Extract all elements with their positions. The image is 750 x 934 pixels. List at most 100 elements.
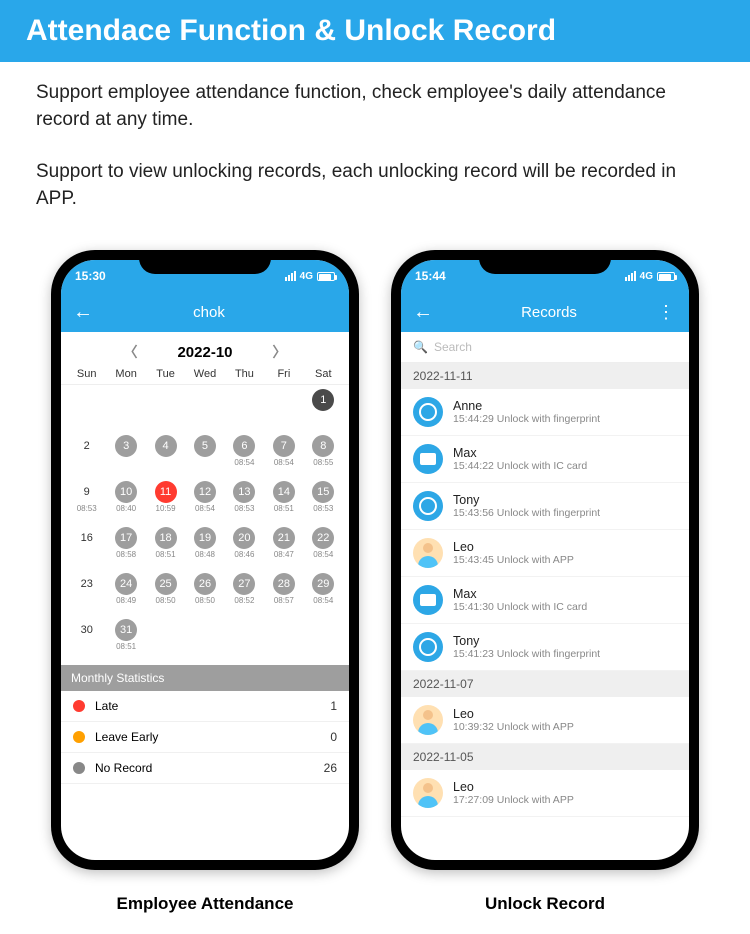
date-time: 08:49 bbox=[116, 596, 136, 605]
fingerprint-icon bbox=[413, 397, 443, 427]
status-dot-icon bbox=[73, 731, 85, 743]
calendar-cell[interactable] bbox=[146, 619, 185, 663]
date-number: 29 bbox=[312, 573, 334, 595]
next-month-icon[interactable]: 〉 bbox=[273, 342, 287, 362]
weekday-label: Sat bbox=[304, 368, 343, 380]
back-icon[interactable]: ← bbox=[413, 301, 433, 324]
prev-month-icon[interactable]: 〈 bbox=[123, 342, 137, 362]
calendar-cell[interactable] bbox=[146, 389, 185, 433]
calendar-cell[interactable] bbox=[67, 389, 106, 433]
calendar-cell[interactable]: 2108:47 bbox=[264, 527, 303, 571]
weekday-label: Tue bbox=[146, 368, 185, 380]
calendar-cell[interactable]: 1908:48 bbox=[185, 527, 224, 571]
calendar-cell[interactable] bbox=[106, 389, 145, 433]
appbar-title: Records bbox=[441, 304, 657, 321]
stat-row[interactable]: Late1 bbox=[61, 691, 349, 722]
search-bar[interactable]: 🔍 Search bbox=[401, 332, 689, 363]
date-number: 10 bbox=[115, 481, 137, 503]
record-name: Tony bbox=[453, 634, 677, 648]
calendar-cell[interactable] bbox=[264, 389, 303, 433]
calendar-cell[interactable]: 30 bbox=[67, 619, 106, 663]
record-row[interactable]: Max15:41:30 Unlock with IC card bbox=[401, 577, 689, 624]
card-icon bbox=[413, 585, 443, 615]
date-number: 18 bbox=[155, 527, 177, 549]
date-number: 17 bbox=[115, 527, 137, 549]
calendar-cell[interactable]: 3108:51 bbox=[106, 619, 145, 663]
calendar-cell[interactable]: 1 bbox=[304, 389, 343, 433]
notch bbox=[139, 250, 271, 274]
calendar-cell[interactable]: 3 bbox=[106, 435, 145, 479]
stat-label: No Record bbox=[95, 761, 152, 775]
calendar-cell[interactable]: 1008:40 bbox=[106, 481, 145, 525]
calendar-cell[interactable]: 908:53 bbox=[67, 481, 106, 525]
card-icon bbox=[413, 444, 443, 474]
calendar-cell[interactable]: 2508:50 bbox=[146, 573, 185, 617]
avatar-icon bbox=[413, 778, 443, 808]
notch bbox=[479, 250, 611, 274]
stat-row[interactable]: Leave Early0 bbox=[61, 722, 349, 753]
record-desc: 15:41:23 Unlock with fingerprint bbox=[453, 648, 677, 660]
calendar-cell[interactable]: 808:55 bbox=[304, 435, 343, 479]
calendar-cell[interactable]: 708:54 bbox=[264, 435, 303, 479]
calendar-cell[interactable]: 5 bbox=[185, 435, 224, 479]
calendar-cell[interactable] bbox=[225, 619, 264, 663]
battery-icon bbox=[657, 272, 675, 281]
phone-attendance: 15:30 4G ← chok 〈 2022-10 〉 SunMonTueWed… bbox=[51, 250, 359, 870]
calendar-cell[interactable]: 2608:50 bbox=[185, 573, 224, 617]
avatar-icon bbox=[413, 538, 443, 568]
record-row[interactable]: Max15:44:22 Unlock with IC card bbox=[401, 436, 689, 483]
date-number: 31 bbox=[115, 619, 137, 641]
back-icon[interactable]: ← bbox=[73, 301, 93, 324]
caption-records: Unlock Record bbox=[391, 880, 699, 934]
date-time: 08:51 bbox=[156, 550, 176, 559]
calendar-cell[interactable]: 1808:51 bbox=[146, 527, 185, 571]
date-section-header: 2022-11-07 bbox=[401, 671, 689, 697]
calendar-cell[interactable]: 2 bbox=[67, 435, 106, 479]
weekday-label: Mon bbox=[106, 368, 145, 380]
calendar-cell[interactable]: 2808:57 bbox=[264, 573, 303, 617]
record-row[interactable]: Tony15:43:56 Unlock with fingerprint bbox=[401, 483, 689, 530]
status-time: 15:30 bbox=[75, 269, 106, 283]
stat-value: 1 bbox=[330, 699, 337, 713]
date-number: 26 bbox=[194, 573, 216, 595]
more-icon[interactable]: ⋮ bbox=[657, 302, 677, 323]
record-row[interactable]: Leo17:27:09 Unlock with APP bbox=[401, 770, 689, 817]
calendar-cell[interactable]: 2008:46 bbox=[225, 527, 264, 571]
record-desc: 17:27:09 Unlock with APP bbox=[453, 794, 677, 806]
record-row[interactable]: Leo15:43:45 Unlock with APP bbox=[401, 530, 689, 577]
calendar-cell[interactable]: 1208:54 bbox=[185, 481, 224, 525]
calendar-cell[interactable] bbox=[264, 619, 303, 663]
calendar-cell[interactable]: 1408:51 bbox=[264, 481, 303, 525]
calendar-cell[interactable]: 1110:59 bbox=[146, 481, 185, 525]
date-number: 14 bbox=[273, 481, 295, 503]
banner-title: Attendace Function & Unlock Record bbox=[0, 0, 750, 62]
record-row[interactable]: Leo10:39:32 Unlock with APP bbox=[401, 697, 689, 744]
stat-label: Leave Early bbox=[95, 730, 158, 744]
calendar-cell[interactable] bbox=[185, 619, 224, 663]
calendar-cell[interactable]: 16 bbox=[67, 527, 106, 571]
status-dot-icon bbox=[73, 762, 85, 774]
calendar-cell[interactable] bbox=[225, 389, 264, 433]
calendar-cell[interactable]: 2208:54 bbox=[304, 527, 343, 571]
record-row[interactable]: Anne15:44:29 Unlock with fingerprint bbox=[401, 389, 689, 436]
calendar-cell[interactable]: 2908:54 bbox=[304, 573, 343, 617]
calendar-cell[interactable]: 1508:53 bbox=[304, 481, 343, 525]
date-number: 22 bbox=[312, 527, 334, 549]
date-number: 30 bbox=[76, 619, 98, 641]
calendar-cell[interactable] bbox=[185, 389, 224, 433]
date-time: 08:53 bbox=[313, 504, 333, 513]
battery-icon bbox=[317, 272, 335, 281]
record-row[interactable]: Tony15:41:23 Unlock with fingerprint bbox=[401, 624, 689, 671]
calendar-cell[interactable]: 1708:58 bbox=[106, 527, 145, 571]
stat-row[interactable]: No Record26 bbox=[61, 753, 349, 784]
calendar-cell[interactable]: 4 bbox=[146, 435, 185, 479]
weekday-label: Sun bbox=[67, 368, 106, 380]
calendar-cell[interactable]: 608:54 bbox=[225, 435, 264, 479]
calendar-cell[interactable]: 1308:53 bbox=[225, 481, 264, 525]
caption-attendance: Employee Attendance bbox=[51, 880, 359, 934]
calendar-cell[interactable] bbox=[304, 619, 343, 663]
calendar-cell[interactable]: 23 bbox=[67, 573, 106, 617]
calendar-cell[interactable]: 2408:49 bbox=[106, 573, 145, 617]
fingerprint-icon bbox=[413, 632, 443, 662]
calendar-cell[interactable]: 2708:52 bbox=[225, 573, 264, 617]
